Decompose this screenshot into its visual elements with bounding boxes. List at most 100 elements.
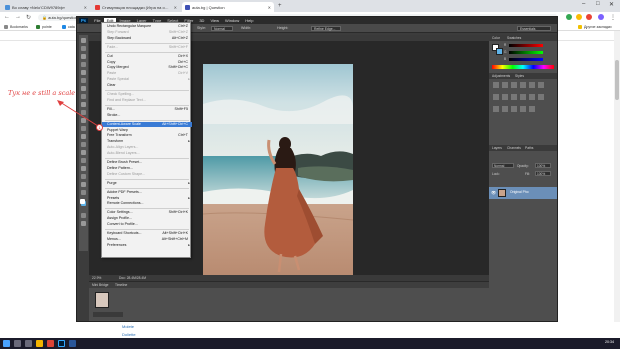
path-select-tool-icon[interactable] [81,166,86,171]
tab-adjustments[interactable]: Adjustments [492,74,510,78]
close-icon[interactable]: ✕ [172,5,177,10]
extension-icon[interactable] [576,14,582,20]
label-b: B [504,57,507,61]
edit-menu-item-stroke[interactable]: Stroke... [102,113,192,119]
layer-thumbnail [498,189,506,197]
chrome-icon[interactable] [47,340,54,347]
clock-time: 20:34 [605,340,614,344]
word-icon[interactable] [69,340,76,347]
browser-tab-2[interactable]: Стимуляция площадки (Игра на о… ✕ [92,2,180,12]
shape-tool-icon[interactable] [81,174,86,179]
style-select[interactable]: Normal [211,26,233,31]
type-tool-icon[interactable] [81,158,86,163]
blue-slider[interactable] [509,58,543,61]
edit-menu-item-step-backward[interactable]: Step Backward Alt+Ctrl+Z [102,36,192,42]
screen-mode-icon[interactable] [81,221,86,226]
tab-mini-bridge[interactable]: Mini Bridge [92,283,109,287]
healing-brush-tool-icon[interactable] [81,86,86,91]
hand-tool-icon[interactable] [81,182,86,187]
profile-avatar[interactable] [598,14,604,20]
extension-icon[interactable] [566,14,572,20]
maximize-icon[interactable]: □ [596,1,600,7]
edit-menu-item-remote-connections[interactable]: Remote Connections... [102,201,192,207]
bookmark-item[interactable]: Bookmarks [4,24,28,29]
tab-layers[interactable]: Layers [492,146,502,150]
close-icon[interactable]: ✕ [82,5,87,10]
tab-styles[interactable]: Styles [515,74,524,78]
color-ramp[interactable] [492,65,554,69]
other-bookmarks[interactable]: Другие закладки [578,24,612,29]
blend-mode-select[interactable]: Normal [492,163,514,168]
ps-logo: Ps [79,18,89,23]
menu-item-label: Convert to Profile... [107,222,138,227]
bookmark-item[interactable]: cata [62,24,75,29]
forward-arrow-icon[interactable]: → [15,14,21,20]
scrollbar-thumb[interactable] [615,60,619,100]
close-icon[interactable]: ✕ [266,5,271,10]
menu-3d[interactable]: 3D [196,18,207,23]
canvas-photo[interactable] [203,64,353,288]
tab-paths[interactable]: Paths [525,146,533,150]
page-link[interactable]: Doliette [122,332,136,337]
refine-edge-button[interactable]: Refine Edge... [311,26,341,31]
layer-row[interactable]: 👁 Original Pho [489,187,557,199]
back-arrow-icon[interactable]: ← [4,14,10,20]
dodge-tool-icon[interactable] [81,142,86,147]
menu-item-label: Stroke... [107,112,121,117]
tab-channels[interactable]: Channels [507,146,521,150]
more-menu-icon[interactable]: ⋮ [610,14,616,21]
workspace-select[interactable]: Essentials [517,26,551,31]
edit-menu-item-purge[interactable]: Purge [102,181,192,187]
search-icon[interactable] [14,340,21,347]
red-slider[interactable] [509,44,543,47]
opacity-input[interactable]: 100% [535,163,551,168]
quick-mask-icon[interactable] [81,213,86,218]
move-tool-icon[interactable] [81,38,86,43]
bookmark-item[interactable]: pointe [36,24,52,29]
menu-separator [105,42,189,44]
reload-icon[interactable]: ↻ [26,14,31,21]
lasso-tool-icon[interactable] [81,54,86,59]
timeline-controls[interactable] [93,312,123,317]
edit-menu-item-preferences[interactable]: Preferences [102,243,192,249]
edit-menu-item-convert-to-profile[interactable]: Convert to Profile... [102,222,192,228]
youtube-icon [95,4,100,10]
adjustments-grid [493,82,553,122]
adjustment-icons[interactable] [493,82,553,122]
start-icon[interactable] [3,340,10,347]
fill-input[interactable]: 100% [535,171,551,176]
zoom-tool-icon[interactable] [81,190,86,195]
menu-item-shortcut: Alt+Ctrl+Z [171,35,188,40]
task-view-icon[interactable] [25,340,32,347]
marquee-tool-icon[interactable] [81,46,86,51]
edit-dropdown-menu: Undo Rectangular Marquee Ctrl+Z Step Forwa… [101,22,192,258]
crop-tool-icon[interactable] [81,70,86,75]
window-close-icon[interactable]: ✕ [609,1,614,8]
page-link[interactable]: Molete [122,324,134,329]
eye-icon[interactable]: 👁 [491,190,496,195]
extension-icon[interactable] [586,14,592,20]
menu-view[interactable]: View [207,18,222,23]
browser-tab-3-active[interactable]: auta.bg | Question ✕ [182,2,274,12]
file-explorer-icon[interactable] [36,340,43,347]
tab-swatches[interactable]: Swatches [507,36,521,40]
edit-menu-item-clear[interactable]: Clear [102,83,192,89]
quick-select-tool-icon[interactable] [81,62,86,67]
eyedropper-tool-icon[interactable] [81,78,86,83]
taskbar-clock[interactable]: 20:34 [605,340,614,344]
menu-help[interactable]: Help [242,18,256,23]
pen-tool-icon[interactable] [81,150,86,155]
tab-timeline[interactable]: Timeline [115,283,127,287]
minimize-icon[interactable]: – [582,1,585,7]
green-slider[interactable] [509,51,543,54]
new-tab-button[interactable]: + [278,3,282,9]
bg-color-chip[interactable] [496,48,503,55]
tab-color[interactable]: Color [492,36,500,40]
photoshop-taskbar-icon[interactable] [58,340,65,347]
menu-window[interactable]: Window [222,18,242,23]
blur-tool-icon[interactable] [81,134,86,139]
timeline-thumbnail[interactable] [95,292,109,308]
foreground-color-swatch[interactable] [80,199,85,204]
browser-tab-1[interactable]: Во славу «Nelo’CDW9789ф» ✕ [2,2,90,12]
zoom-level[interactable]: 22.9% [92,276,101,280]
